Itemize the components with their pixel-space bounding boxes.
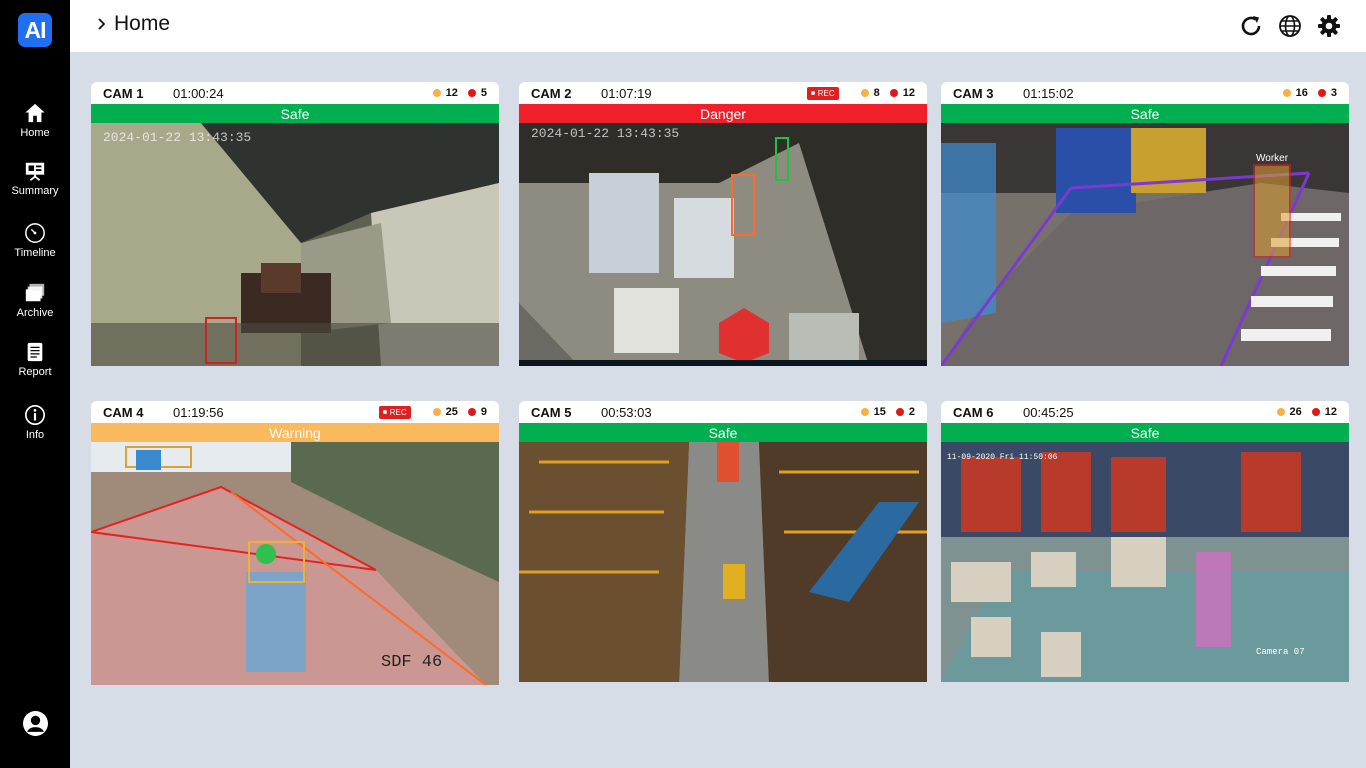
camera-card[interactable]: CAM 1 01:00:24 12 5 Safe 2024-01-22 13:4… [91,82,499,366]
count-badge-red: 2 [895,406,915,418]
camera-header: CAM 3 01:15:02 16 3 [941,82,1349,104]
sidebar-item-label: Home [20,127,50,139]
count-badge-red: 5 [467,87,487,99]
presentation-icon [25,162,45,181]
document-icon [27,342,43,362]
top-bar: Home [70,0,1366,52]
sidebar-item-label: Summary [11,185,59,197]
detection-label: Worker [1256,153,1289,164]
user-avatar-icon[interactable] [23,711,48,736]
breadcrumb: Home [96,12,170,36]
camera-name: CAM 4 [103,404,144,420]
count-badge-yellow: 12 [432,87,458,99]
camera-time: 01:07:19 [601,85,652,101]
feed-timestamp: 2024-01-22 13:43:35 [103,130,251,145]
camera-feed[interactable]: 11-09-2020 Fri 11:50:06 Camera 07 [941,442,1349,682]
camera-feed[interactable]: SDF 46 [91,442,499,685]
camera-card[interactable]: CAM 4 01:19:56 REC 25 9 Warning SDF 46 [91,401,499,685]
settings-icon[interactable] [1317,14,1341,38]
camera-time: 01:19:56 [173,404,224,420]
camera-feed[interactable]: 2024-01-22 13:43:35 [519,123,927,366]
camera-time: 01:00:24 [173,85,224,101]
chevron-right-icon [98,18,106,30]
count-badge-red: 12 [889,87,915,99]
camera-header: CAM 5 00:53:03 15 2 [519,401,927,423]
camera-header: CAM 2 01:07:19 REC 8 12 [519,82,927,104]
clock-icon [25,223,45,243]
status-bar: Safe [91,104,499,123]
count-badge-yellow: 8 [860,87,880,99]
camera-time: 00:53:03 [601,404,652,420]
camera-card[interactable]: CAM 6 00:45:25 26 12 Safe 11-09-2020 Fri… [941,401,1349,682]
sidebar-item-label: Report [18,366,52,378]
sidebar-item-label: Archive [16,307,54,319]
page-title: Home [114,12,171,35]
camera-name: CAM 5 [531,404,572,420]
sidebar-item-timeline[interactable]: Timeline [0,222,70,259]
camera-card[interactable]: CAM 3 01:15:02 16 3 Safe Worker [941,82,1349,366]
feed-timestamp: 11-09-2020 Fri 11:50:06 [947,453,1058,462]
globe-icon[interactable] [1278,14,1302,38]
count-badge-red: 9 [467,406,487,418]
status-bar: Safe [941,423,1349,442]
sidebar-item-report[interactable]: Report [0,341,70,378]
camera-time: 00:45:25 [1023,404,1074,420]
camera-name: CAM 3 [953,85,994,101]
top-actions [1239,14,1341,38]
sidebar-item-label: Timeline [14,247,56,259]
count-badge-yellow: 15 [860,406,886,418]
feed-camera-label: Camera 07 [1256,647,1305,657]
app-logo[interactable]: AI [18,13,52,47]
camera-feed[interactable]: 2024-01-22 13:43:35 [91,123,499,366]
sidebar-item-archive[interactable]: Archive [0,282,70,319]
status-bar: Danger [519,104,927,123]
feed-plate-text: SDF 46 [381,653,442,672]
sidebar-item-info[interactable]: Info [0,404,70,441]
count-badge-yellow: 26 [1276,406,1302,418]
count-badge-yellow: 16 [1282,87,1308,99]
sidebar-item-summary[interactable]: Summary [0,160,70,197]
camera-name: CAM 6 [953,404,994,420]
camera-name: CAM 2 [531,85,572,101]
sidebar-item-home[interactable]: Home [0,102,70,139]
count-badge-red: 12 [1311,406,1337,418]
folders-icon [25,283,45,302]
feed-timestamp: 2024-01-22 13:43:35 [531,126,679,141]
status-bar: Safe [941,104,1349,123]
refresh-icon[interactable] [1239,14,1263,38]
camera-card[interactable]: CAM 5 00:53:03 15 2 Safe [519,401,927,682]
camera-header: CAM 1 01:00:24 12 5 [91,82,499,104]
status-bar: Safe [519,423,927,442]
rec-badge: REC [378,405,411,419]
sidebar-item-label: Info [25,429,45,441]
camera-header: CAM 4 01:19:56 REC 25 9 [91,401,499,423]
camera-card[interactable]: CAM 2 01:07:19 REC 8 12 Danger 2024-01-2… [519,82,927,366]
rec-badge: REC [806,86,839,100]
camera-name: CAM 1 [103,85,144,101]
info-icon [25,405,45,425]
status-bar: Warning [91,423,499,442]
camera-feed[interactable]: Worker [941,123,1349,366]
count-badge-yellow: 25 [432,406,458,418]
home-icon [25,103,45,123]
camera-header: CAM 6 00:45:25 26 12 [941,401,1349,423]
count-badge-red: 3 [1317,87,1337,99]
camera-feed[interactable] [519,442,927,682]
camera-time: 01:15:02 [1023,85,1074,101]
sidebar: AI Home Summary Timeline Archive Report … [0,0,70,768]
